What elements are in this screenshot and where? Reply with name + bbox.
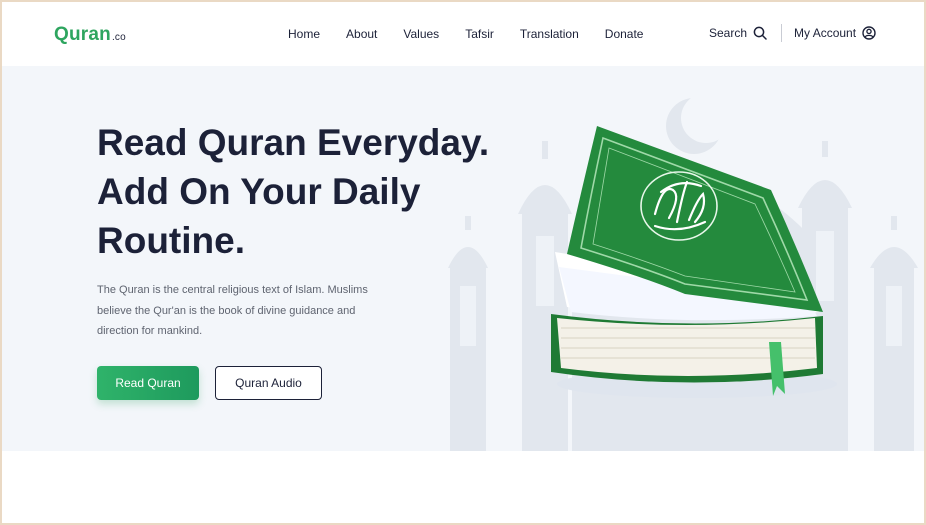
account-label[interactable]: My Account	[794, 26, 856, 40]
brand-name[interactable]: Quran	[54, 24, 111, 45]
nav-tafsir[interactable]: Tafsir	[465, 27, 494, 41]
nav-home[interactable]: Home	[288, 27, 320, 41]
search-label[interactable]: Search	[709, 26, 747, 40]
account-button[interactable]: My Account	[794, 26, 876, 40]
search-icon[interactable]	[753, 26, 767, 40]
search-button[interactable]: Search	[709, 26, 767, 40]
user-circle-icon[interactable]	[862, 26, 876, 40]
nav-translation[interactable]: Translation	[520, 27, 579, 41]
site-header: Quran.co Home About Values Tafsir Transl…	[2, 2, 924, 66]
quran-audio-button[interactable]: Quran Audio	[215, 366, 322, 400]
headline-line-3: Routine.	[97, 220, 245, 261]
read-quran-button[interactable]: Read Quran	[97, 366, 199, 400]
header-divider	[781, 24, 783, 42]
headline-line-2: Add On Your Daily	[97, 171, 421, 212]
nav-about[interactable]: About	[346, 27, 377, 41]
brand-tld: .co	[111, 32, 126, 43]
header-tools: Search My Account	[709, 24, 876, 42]
quran-book-illustration-icon	[551, 126, 837, 398]
brand-logo[interactable]: Quran.co	[54, 24, 126, 46]
nav-values[interactable]: Values	[403, 27, 439, 41]
nav-donate[interactable]: Donate	[605, 27, 644, 41]
hero-headline: Read Quran Everyday. Add On Your Daily R…	[97, 118, 517, 265]
main-nav: Home About Values Tafsir Translation Don…	[288, 27, 669, 41]
headline-line-1: Read Quran Everyday.	[97, 122, 490, 163]
hero-section: Read Quran Everyday. Add On Your Daily R…	[2, 66, 924, 451]
hero-description: The Quran is the central religious text …	[97, 284, 368, 337]
